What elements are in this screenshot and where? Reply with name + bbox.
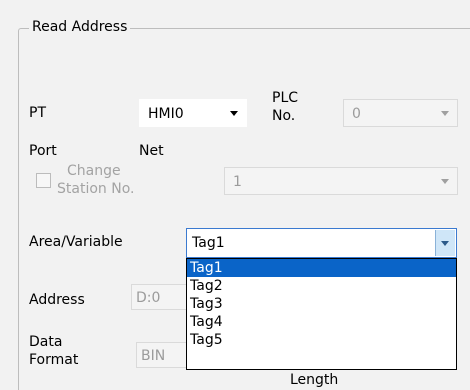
- change-station-checkbox[interactable]: [36, 173, 51, 188]
- group-title: Read Address: [29, 17, 131, 37]
- data-format-label-line2: Format: [29, 352, 79, 368]
- area-variable-value: Tag1: [192, 235, 225, 251]
- chevron-down-icon: [441, 241, 449, 246]
- dropdown-option[interactable]: Tag5: [187, 331, 456, 349]
- dropdown-option[interactable]: Tag1: [187, 259, 456, 277]
- data-format-select: BIN: [136, 342, 191, 368]
- pt-select[interactable]: HMI0: [139, 99, 247, 127]
- data-format-label-line1: Data: [29, 334, 63, 350]
- dropdown-option[interactable]: Tag3: [187, 295, 456, 313]
- dropdown-option[interactable]: Tag2: [187, 277, 456, 295]
- dropdown-option[interactable]: Tag4: [187, 313, 456, 331]
- area-variable-select[interactable]: Tag1: [186, 228, 457, 258]
- address-label: Address: [29, 292, 85, 308]
- plc-label-line2: No.: [272, 108, 296, 124]
- port-label: Port: [29, 143, 57, 159]
- port-value: Net: [139, 143, 164, 159]
- chevron-down-icon: [441, 179, 449, 184]
- plc-no-select: 0: [343, 99, 458, 127]
- chevron-down-icon: [441, 111, 449, 116]
- pt-label: PT: [29, 105, 46, 121]
- plc-label-line1: PLC: [272, 90, 299, 106]
- data-format-value: BIN: [141, 348, 166, 364]
- address-value: D:0: [136, 290, 161, 306]
- station-no-value: 1: [233, 174, 242, 190]
- pt-value: HMI0: [148, 106, 184, 122]
- change-station-label-line2: Station No.: [57, 181, 135, 197]
- change-station-label-line1: Change: [67, 163, 121, 179]
- length-label: Length: [290, 372, 339, 388]
- plc-no-value: 0: [352, 106, 361, 122]
- dropdown-button[interactable]: [435, 230, 455, 256]
- area-variable-dropdown-list[interactable]: Tag1 Tag2 Tag3 Tag4 Tag5: [186, 258, 457, 370]
- chevron-down-icon: [230, 111, 238, 116]
- station-no-select: 1: [224, 167, 458, 195]
- address-field: D:0: [131, 284, 191, 310]
- area-variable-label: Area/Variable: [29, 234, 123, 250]
